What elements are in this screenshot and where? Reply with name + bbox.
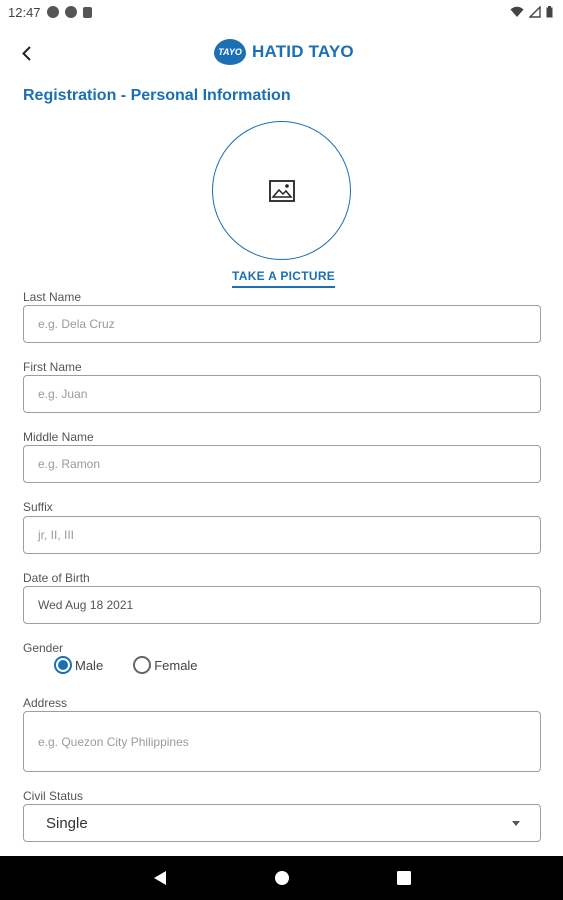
- middle-name-label: Middle Name: [23, 430, 94, 444]
- circle-home-icon: [274, 871, 289, 885]
- status-time: 12:47: [8, 4, 41, 20]
- battery-icon: [546, 6, 553, 18]
- brand-logo: TAYO: [214, 39, 246, 65]
- back-button[interactable]: [16, 42, 40, 66]
- first-name-field[interactable]: e.g. Juan: [23, 375, 541, 413]
- page-title: Registration - Personal Information: [23, 87, 291, 104]
- radio-unchecked-icon: [133, 656, 152, 674]
- system-navigation-bar: [0, 856, 563, 900]
- dropdown-arrow-icon: [512, 820, 520, 826]
- notification-icon: [46, 6, 59, 18]
- last-name-placeholder: e.g. Dela Cruz: [38, 317, 115, 331]
- image-icon: [268, 179, 295, 202]
- suffix-label: Suffix: [23, 500, 53, 514]
- address-field[interactable]: e.g. Quezon City Philippines: [23, 711, 541, 772]
- back-arrow-icon: [22, 46, 31, 61]
- first-name-label: First Name: [23, 360, 82, 374]
- last-name-field[interactable]: e.g. Dela Cruz: [23, 305, 541, 343]
- address-placeholder: e.g. Quezon City Philippines: [38, 734, 189, 749]
- brand: TAYO HATID TAYO: [214, 39, 354, 65]
- suffix-placeholder: jr, II, III: [38, 528, 75, 542]
- gender-radio-group: Male Female: [54, 656, 198, 674]
- sd-card-icon: [82, 6, 92, 18]
- last-name-label: Last Name: [23, 290, 82, 304]
- date-of-birth-label: Date of Birth: [23, 571, 90, 585]
- status-right: [510, 6, 553, 18]
- gender-female-label: Female: [154, 657, 198, 673]
- address-label: Address: [23, 696, 68, 710]
- brand-name: HATID TAYO: [252, 42, 354, 61]
- gender-male-radio[interactable]: Male: [54, 656, 103, 674]
- notification-icon: [64, 6, 77, 18]
- civil-status-select[interactable]: Single: [23, 804, 541, 842]
- nav-recents-button[interactable]: [393, 867, 415, 889]
- date-of-birth-field[interactable]: Wed Aug 18 2021: [23, 586, 541, 624]
- middle-name-field[interactable]: e.g. Ramon: [23, 445, 541, 483]
- gender-male-label: Male: [75, 657, 104, 673]
- status-bar: 12:47: [0, 0, 563, 24]
- square-recents-icon: [396, 871, 411, 885]
- app-bar: TAYO HATID TAYO: [0, 30, 563, 80]
- date-of-birth-value: Wed Aug 18 2021: [38, 598, 134, 612]
- radio-checked-icon: [54, 656, 72, 674]
- civil-status-value: Single: [46, 814, 88, 832]
- profile-photo-placeholder[interactable]: [212, 121, 351, 260]
- take-picture-button[interactable]: TAKE A PICTURE: [232, 269, 336, 288]
- middle-name-placeholder: e.g. Ramon: [38, 457, 101, 471]
- status-left: 12:47: [8, 5, 92, 20]
- suffix-field[interactable]: jr, II, III: [23, 516, 541, 554]
- nav-back-button[interactable]: [149, 867, 171, 889]
- signal-icon: [529, 6, 541, 18]
- civil-status-label: Civil Status: [23, 789, 84, 803]
- nav-home-button[interactable]: [271, 867, 293, 889]
- gender-label: Gender: [23, 641, 64, 655]
- first-name-placeholder: e.g. Juan: [38, 387, 88, 401]
- brand-logo-text: TAYO: [218, 47, 242, 57]
- wifi-icon: [510, 6, 524, 17]
- triangle-back-icon: [153, 871, 166, 885]
- gender-female-radio[interactable]: Female: [133, 656, 198, 674]
